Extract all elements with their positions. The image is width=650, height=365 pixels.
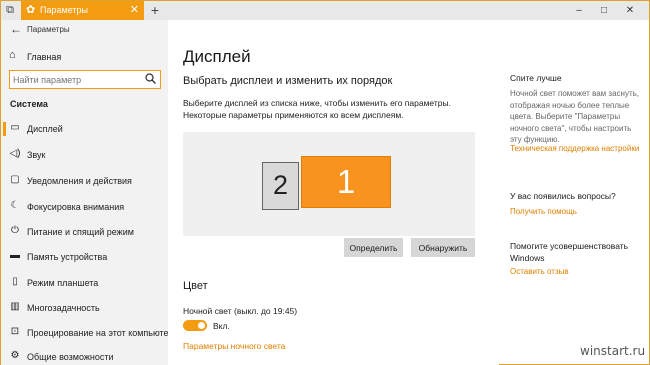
- sidebar-item-label: Проецирование на этот компьютер: [27, 328, 174, 338]
- description-text: Выберите дисплей из списка ниже, чтобы и…: [183, 98, 451, 120]
- settings-window: ⧉ ✿ Параметры ✕ + – □ ✕ ← Параметры ⌂ Гл…: [0, 0, 650, 365]
- sidebar-item-label: Режим планшета: [27, 278, 99, 288]
- sidebar: ← Параметры ⌂ Главная Система ▭ Дисплей …: [1, 20, 174, 365]
- home-label: Главная: [27, 52, 62, 62]
- window-icon[interactable]: ⧉: [4, 4, 16, 16]
- multitask-icon: ▥: [10, 301, 20, 312]
- sidebar-item-label: Фокусировка внимания: [27, 202, 125, 212]
- sidebar-item-storage[interactable]: ▬ Память устройства: [1, 246, 168, 268]
- tab-title: Параметры: [40, 5, 88, 15]
- main-content: Дисплей Выбрать дисплеи и изменить их по…: [168, 20, 499, 365]
- settings-tab[interactable]: ✿ Параметры ✕: [21, 1, 144, 20]
- section-label: Система: [10, 99, 48, 109]
- toggle-knob: [198, 322, 205, 329]
- minimize-button[interactable]: –: [569, 1, 589, 20]
- support-link[interactable]: Техническая поддержка настройки: [510, 143, 640, 155]
- sidebar-item-power[interactable]: ⏻ Питание и спящий режим: [1, 221, 168, 243]
- sidebar-item-multitasking[interactable]: ▥ Многозадачность: [1, 297, 168, 319]
- sidebar-item-projecting[interactable]: ⊡ Проецирование на этот компьютер: [1, 322, 174, 344]
- color-heading: Цвет: [183, 280, 208, 292]
- sidebar-item-focus[interactable]: ☾ Фокусировка внимания: [1, 196, 168, 218]
- sidebar-item-label: Дисплей: [27, 124, 63, 134]
- search-box[interactable]: [9, 70, 161, 89]
- title-bar: ⧉ ✿ Параметры ✕ + – □ ✕: [1, 1, 649, 20]
- sidebar-item-shared[interactable]: ⚙ Общие возможности: [1, 346, 168, 365]
- share-icon: ⚙: [10, 350, 20, 361]
- sidebar-item-display[interactable]: ▭ Дисплей: [1, 118, 168, 140]
- moon-icon: ☾: [10, 200, 20, 211]
- search-icon[interactable]: [145, 73, 156, 84]
- related-info-panel: Спите лучше Ночной свет поможет вам засн…: [510, 20, 645, 365]
- sidebar-item-label: Память устройства: [27, 252, 108, 262]
- watermark: winstart.ru: [580, 344, 646, 358]
- home-icon: ⌂: [9, 49, 16, 61]
- tab-close-icon[interactable]: ✕: [130, 4, 139, 17]
- sidebar-item-sound[interactable]: ◁) Звук: [1, 144, 168, 166]
- sidebar-item-label: Общие возможности: [27, 352, 114, 362]
- questions-heading: У вас появились вопросы?: [510, 191, 616, 201]
- close-button[interactable]: ✕: [620, 1, 640, 20]
- display-arrangement-area: 2 1: [183, 132, 475, 236]
- storage-icon: ▬: [10, 250, 20, 261]
- night-light-toggle[interactable]: [183, 320, 207, 331]
- project-icon: ⊡: [10, 326, 20, 337]
- sidebar-item-label: Многозадачность: [27, 303, 100, 313]
- sidebar-item-notifications[interactable]: ▢ Уведомления и действия: [1, 170, 168, 192]
- search-input[interactable]: [13, 74, 138, 86]
- power-icon: ⏻: [11, 225, 19, 236]
- sidebar-title: Параметры: [27, 25, 70, 34]
- new-tab-button[interactable]: +: [147, 2, 163, 18]
- monitor-1[interactable]: 1: [301, 156, 391, 208]
- sleep-better-text: Ночной свет поможет вам заснуть, отображ…: [510, 89, 639, 144]
- display-icon: ▭: [10, 122, 20, 133]
- sidebar-item-label: Питание и спящий режим: [27, 227, 134, 237]
- feedback-link[interactable]: Оставить отзыв: [510, 266, 640, 278]
- page-title: Дисплей: [183, 47, 251, 66]
- night-light-status: Ночной свет (выкл. до 19:45): [183, 306, 298, 316]
- gear-icon: ✿: [26, 4, 36, 16]
- monitor-2[interactable]: 2: [262, 162, 299, 210]
- back-arrow-icon[interactable]: ←: [10, 22, 22, 36]
- notification-icon: ▢: [10, 174, 20, 185]
- speaker-icon: ◁): [9, 148, 21, 159]
- maximize-button[interactable]: □: [594, 1, 614, 20]
- get-help-link[interactable]: Получить помощь: [510, 206, 640, 218]
- identify-button[interactable]: Определить: [344, 238, 403, 257]
- detect-button[interactable]: Обнаружить: [411, 238, 475, 257]
- tablet-icon: ▯: [12, 276, 18, 287]
- sidebar-item-tablet[interactable]: ▯ Режим планшета: [1, 272, 168, 294]
- section-heading: Выбрать дисплеи и изменить их порядок: [183, 75, 393, 87]
- sidebar-item-label: Звук: [27, 150, 46, 160]
- night-light-settings-link[interactable]: Параметры ночного света: [183, 341, 285, 351]
- improve-heading: Помогите усовершенствовать Windows: [510, 241, 629, 263]
- sleep-better-heading: Спите лучше: [510, 73, 562, 83]
- toggle-state-label: Вкл.: [213, 321, 230, 331]
- sidebar-item-home[interactable]: ⌂ Главная: [1, 48, 168, 66]
- sidebar-item-label: Уведомления и действия: [27, 176, 132, 186]
